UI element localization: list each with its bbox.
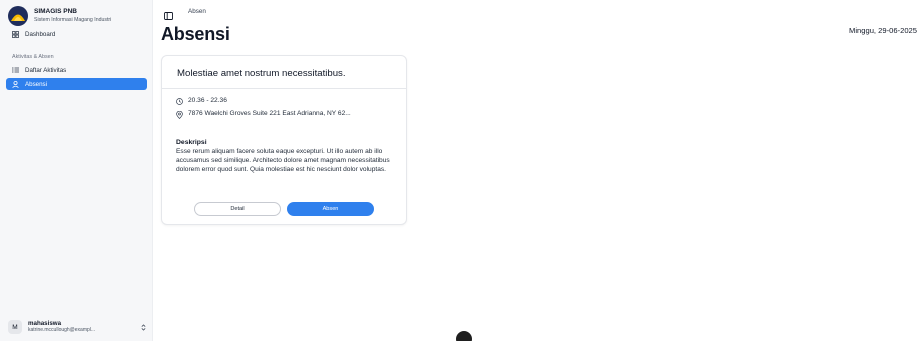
breadcrumb: Absen: [188, 8, 206, 15]
location-pin-icon: [176, 110, 184, 119]
logo-icon: [8, 6, 28, 26]
clock-icon: [176, 97, 184, 106]
absen-button[interactable]: Absen: [287, 202, 374, 216]
user-icon: [12, 80, 21, 88]
brand-text: SIMAGIS PNB Sistem Informasi Magang Indu…: [34, 9, 111, 23]
brand-title: SIMAGIS PNB: [34, 8, 77, 16]
activity-title: Molestiae amet nostrum necessitatibus.: [177, 68, 346, 79]
sidebar-item-label: Daftar Aktivitas: [25, 66, 67, 74]
user-info: mahasiswa katrine.mccullough@exampl...: [28, 320, 138, 334]
app-root: SIMAGIS PNB Sistem Informasi Magang Indu…: [0, 0, 922, 341]
sidebar-item-absensi[interactable]: Absensi: [6, 78, 147, 90]
brand-subtitle: Sistem Informasi Magang Industri: [34, 16, 112, 23]
current-date: Minggu, 29-06-2025: [849, 26, 917, 35]
description-label: Deskripsi: [176, 139, 207, 146]
sidebar-group-label: Aktivitas & Absen: [12, 54, 54, 60]
list-icon: [12, 67, 21, 73]
scroll-down-button[interactable]: [456, 331, 472, 341]
sidebar-item-label: Absensi: [25, 80, 48, 88]
description-text: Esse rerum aliquam facere soluta eaque e…: [176, 148, 390, 174]
brand[interactable]: SIMAGIS PNB Sistem Informasi Magang Indu…: [8, 6, 111, 26]
dashboard-icon: [12, 30, 21, 38]
sidebar-item-dashboard[interactable]: Dashboard: [6, 28, 147, 40]
user-menu[interactable]: M mahasiswa katrine.mccullough@exampl...: [8, 318, 148, 336]
sidebar-toggle-icon[interactable]: [164, 7, 173, 20]
activity-location: 7876 Waelchi Groves Suite 221 East Adria…: [176, 110, 398, 119]
activity-location-text: 7876 Waelchi Groves Suite 221 East Adria…: [188, 110, 351, 117]
chevron-up-down-icon[interactable]: [138, 323, 148, 331]
chevron-down-icon: [461, 334, 468, 341]
activity-time: 20.36 - 22.36: [176, 97, 227, 106]
user-email: katrine.mccullough@exampl...: [28, 327, 96, 334]
card-divider: [162, 88, 406, 89]
sidebar: SIMAGIS PNB Sistem Informasi Magang Indu…: [0, 0, 153, 341]
sidebar-item-label: Dashboard: [25, 30, 56, 38]
activity-card: Molestiae amet nostrum necessitatibus. 2…: [161, 55, 407, 225]
page-title: Absensi: [161, 24, 230, 44]
detail-button[interactable]: Detail: [194, 202, 281, 216]
activity-time-text: 20.36 - 22.36: [188, 97, 227, 104]
avatar: M: [8, 320, 22, 334]
sidebar-item-daftar-aktivitas[interactable]: Daftar Aktivitas: [6, 64, 147, 76]
